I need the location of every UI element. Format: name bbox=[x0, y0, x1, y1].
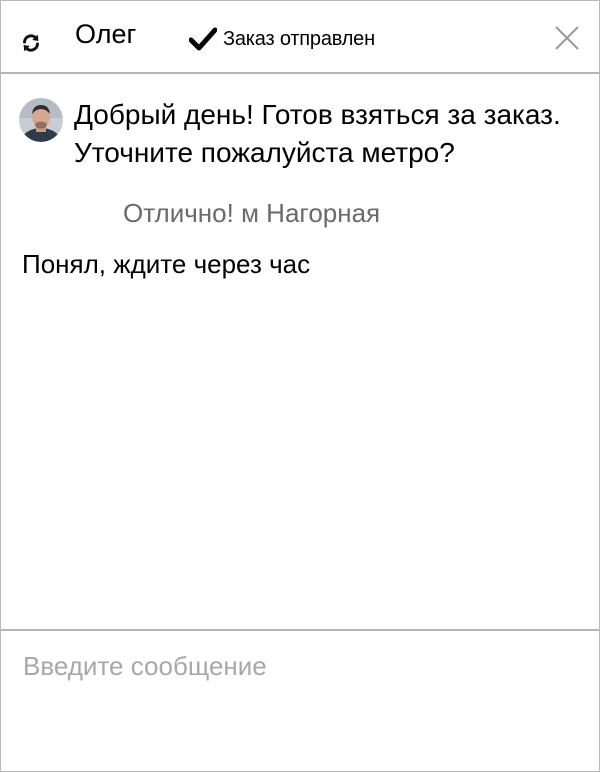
message-incoming: Добрый день! Готов взяться за заказ. Уто… bbox=[74, 99, 561, 168]
refresh-icon[interactable] bbox=[21, 33, 41, 53]
chat-header: Олег Заказ отправлен bbox=[1, 1, 599, 74]
message-input[interactable] bbox=[1, 631, 599, 773]
contact-avatar bbox=[19, 98, 63, 142]
message-incoming: Понял, ждите через час bbox=[22, 249, 311, 279]
order-status: Заказ отправлен bbox=[189, 25, 375, 53]
order-status-text: Заказ отправлен bbox=[223, 28, 375, 50]
message-outgoing: Отлично! м Нагорная bbox=[123, 198, 381, 228]
contact-name: Олег bbox=[75, 19, 137, 49]
message-composer bbox=[1, 629, 599, 773]
close-icon[interactable] bbox=[554, 25, 580, 51]
checkmark-icon bbox=[189, 27, 217, 51]
message-list: Добрый день! Готов взяться за заказ. Уто… bbox=[1, 74, 599, 630]
avatar-photo bbox=[19, 98, 63, 142]
chat-window: Олег Заказ отправлен Добрый день! Готов … bbox=[0, 0, 600, 773]
